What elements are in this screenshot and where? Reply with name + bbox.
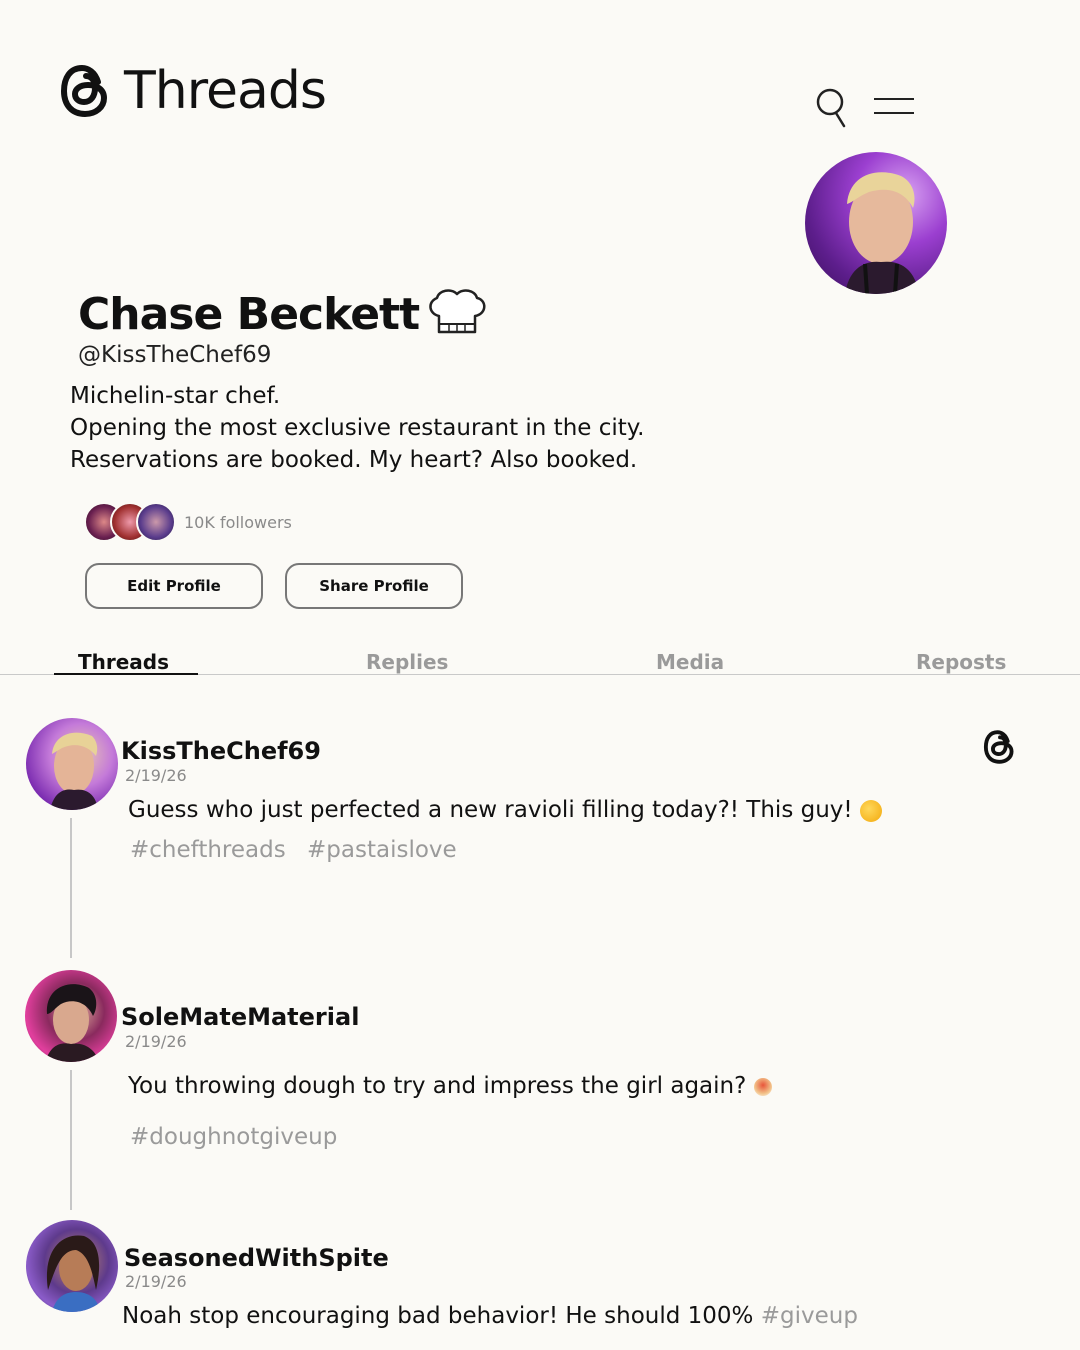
profile-avatar	[805, 152, 947, 294]
post-avatar[interactable]	[25, 970, 117, 1062]
post-text-content: Guess who just perfected a new ravioli f…	[128, 797, 853, 823]
post-avatar[interactable]	[26, 1220, 118, 1312]
post-tags: #doughnotgiveup	[130, 1124, 351, 1150]
post-text: Noah stop encouraging bad behavior! He s…	[122, 1303, 858, 1329]
tab-reposts[interactable]: Reposts	[916, 650, 1006, 674]
post-text-content: Noah stop encouraging bad behavior! He s…	[122, 1303, 754, 1329]
thread-connector	[70, 1070, 72, 1210]
thread-connector	[70, 818, 72, 958]
bio-line: Opening the most exclusive restaurant in…	[70, 415, 645, 441]
hashtag-link[interactable]: #doughnotgiveup	[130, 1124, 337, 1150]
profile-handle: @KissTheChef69	[78, 342, 272, 368]
share-profile-button[interactable]: Share Profile	[285, 563, 463, 609]
hashtag-link[interactable]: #pastaislove	[307, 837, 457, 863]
display-name-text: Chase Beckett	[78, 288, 420, 340]
tab-replies[interactable]: Replies	[366, 650, 448, 674]
spaghetti-emoji-icon	[753, 1077, 772, 1096]
bio-line: Michelin-star chef.	[70, 383, 281, 409]
search-icon[interactable]	[812, 86, 852, 130]
tab-threads[interactable]: Threads	[78, 650, 169, 674]
followers-summary[interactable]: 10K followers	[84, 502, 292, 542]
brand: Threads	[58, 60, 327, 122]
profile-bio: Michelin-star chef. Opening the most exc…	[70, 380, 644, 476]
post-username[interactable]: SeasonedWithSpite	[124, 1244, 389, 1272]
post-date: 2/19/26	[125, 1032, 187, 1051]
post-tags: #chefthreads #pastaislove	[130, 837, 471, 863]
profile-avatar-art	[845, 172, 919, 294]
hashtag-link[interactable]: #chefthreads	[130, 837, 286, 863]
post-date: 2/19/26	[125, 766, 187, 785]
followers-count: 10K followers	[184, 512, 292, 532]
menu-icon[interactable]	[874, 98, 914, 122]
display-name: Chase Beckett	[78, 286, 489, 342]
post-date: 2/19/26	[125, 1272, 187, 1291]
post-username[interactable]: SoleMateMaterial	[121, 1003, 359, 1031]
follower-avatar	[136, 502, 176, 542]
post-avatar[interactable]	[26, 718, 118, 810]
threads-logo-icon[interactable]	[982, 727, 1018, 767]
post-username[interactable]: KissTheChef69	[121, 737, 321, 765]
post-text: You throwing dough to try and impress th…	[128, 1073, 772, 1099]
edit-profile-button[interactable]: Edit Profile	[85, 563, 263, 609]
threads-logo-icon	[60, 64, 108, 118]
chef-hat-icon	[429, 289, 486, 334]
tab-media[interactable]: Media	[656, 650, 724, 674]
brand-name: Threads	[124, 61, 327, 121]
post-text-content: You throwing dough to try and impress th…	[128, 1073, 747, 1099]
winking-tongue-emoji-icon	[859, 799, 882, 822]
hashtag-link[interactable]: #giveup	[761, 1303, 858, 1329]
active-tab-indicator	[54, 673, 198, 675]
post-text: Guess who just perfected a new ravioli f…	[128, 797, 882, 823]
bio-line: Reservations are booked. My heart? Also …	[70, 447, 638, 473]
